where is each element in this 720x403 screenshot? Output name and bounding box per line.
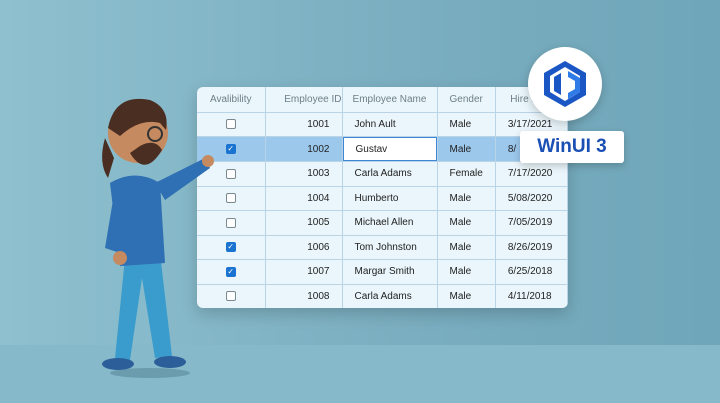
employee-name-text: Carla Adams [354, 290, 412, 302]
employee-id-cell[interactable]: 1007 [265, 259, 343, 285]
availability-checkbox[interactable] [225, 168, 236, 179]
grid-header: Avalibility Employee ID Employee Name Ge… [197, 87, 568, 113]
column-header-employee-id[interactable]: Employee ID [265, 87, 343, 113]
gender-cell[interactable]: Male [437, 112, 496, 137]
hire-date-cell[interactable]: 7/05/2019 [495, 210, 568, 236]
table-row[interactable]: 1004 Humberto Male 5/08/2020 [197, 186, 568, 211]
availability-checkbox[interactable]: ✓ [225, 242, 236, 253]
gender-cell[interactable]: Male [437, 210, 496, 236]
hire-date-cell[interactable]: 5/08/2020 [495, 186, 568, 211]
employee-name-text: John Ault [354, 118, 396, 130]
table-row[interactable]: 1003 Carla Adams Female 7/17/2020 [197, 161, 568, 187]
hire-date-cell[interactable]: 6/25/2018 [495, 259, 568, 285]
table-row[interactable]: 1005 Michael Allen Male 7/05/2019 [197, 210, 568, 236]
gender-cell[interactable]: Male [437, 136, 496, 162]
column-header-gender[interactable]: Gender [437, 87, 496, 113]
employee-name-cell[interactable]: Margar Smith [342, 259, 438, 285]
employee-name-text: Michael Allen [354, 217, 414, 229]
table-row[interactable]: 1008 Carla Adams Male 4/11/2018 [197, 284, 568, 308]
winui-logo [528, 47, 602, 121]
table-row[interactable]: ✓ 1006 Tom Johnston Male 8/26/2019 [197, 235, 568, 260]
employee-name-cell[interactable]: Gustav [342, 136, 438, 162]
employee-id-cell[interactable]: 1004 [265, 186, 343, 211]
table-row[interactable]: 1001 John Ault Male 3/17/2021 [197, 112, 568, 137]
employee-name-cell[interactable]: Tom Johnston [342, 235, 438, 260]
gender-cell[interactable]: Female [437, 161, 496, 187]
availability-checkbox[interactable] [225, 291, 236, 302]
availability-checkbox[interactable] [225, 193, 236, 204]
table-row[interactable]: ✓ 1007 Margar Smith Male 6/25/2018 [197, 259, 568, 285]
data-grid: Avalibility Employee ID Employee Name Ge… [197, 87, 568, 308]
employee-id-cell[interactable]: 1006 [265, 235, 343, 260]
hire-date-cell[interactable]: 4/11/2018 [495, 284, 568, 308]
gender-cell[interactable]: Male [437, 259, 496, 285]
employee-id-cell[interactable]: 1003 [265, 161, 343, 187]
availability-checkbox[interactable] [225, 217, 236, 228]
employee-name-cell[interactable]: Humberto [342, 186, 438, 211]
employee-id-cell[interactable]: 1008 [265, 284, 343, 308]
availability-checkbox[interactable]: ✓ [225, 266, 236, 277]
gender-cell[interactable]: Male [437, 235, 496, 260]
employee-name-edit-input[interactable]: Gustav [342, 137, 437, 161]
cartoon-developer-illustration [102, 98, 214, 378]
employee-name-text: Margar Smith [354, 266, 415, 278]
employee-id-cell[interactable]: 1005 [265, 210, 343, 236]
employee-id-cell[interactable]: 1002 [265, 136, 343, 162]
table-row[interactable]: ✓ 1002 Gustav Male 8/ [197, 136, 568, 162]
employee-name-cell[interactable]: John Ault [342, 112, 438, 137]
employee-name-text: Tom Johnston [354, 241, 417, 253]
hire-date-cell[interactable]: 8/26/2019 [495, 235, 568, 260]
employee-name-cell[interactable]: Carla Adams [342, 161, 438, 187]
gender-cell[interactable]: Male [437, 186, 496, 211]
gender-cell[interactable]: Male [437, 284, 496, 308]
winui-logo-icon [544, 61, 586, 107]
employee-name-cell[interactable]: Michael Allen [342, 210, 438, 236]
column-header-employee-name[interactable]: Employee Name [342, 87, 438, 113]
availability-checkbox[interactable] [225, 119, 236, 130]
employee-id-cell[interactable]: 1001 [265, 112, 343, 137]
employee-name-cell[interactable]: Carla Adams [342, 284, 438, 308]
availability-checkbox[interactable]: ✓ [225, 143, 236, 154]
employee-name-text: Carla Adams [354, 168, 412, 180]
employee-name-text: Humberto [354, 192, 399, 204]
hire-date-cell[interactable]: 7/17/2020 [495, 161, 568, 187]
winui3-badge: WinUI 3 [520, 131, 624, 163]
